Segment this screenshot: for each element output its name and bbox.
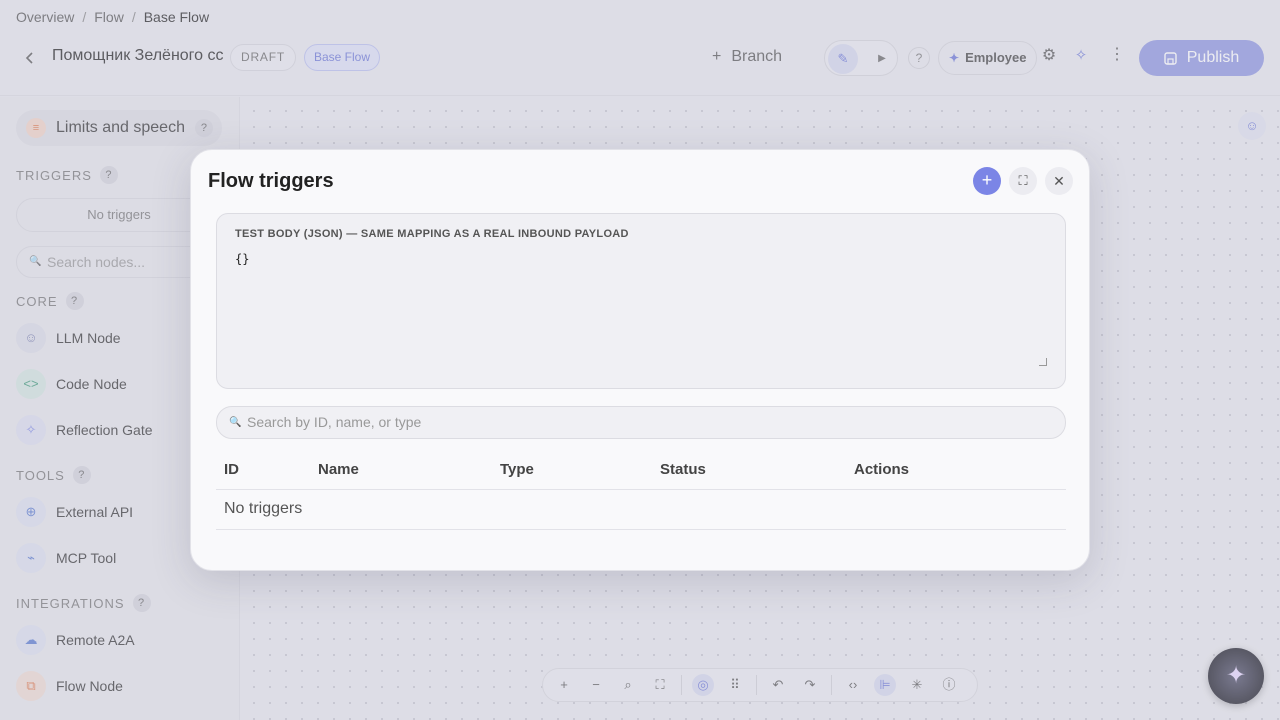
resize-handle[interactable] <box>1039 358 1047 366</box>
test-body-json-editor[interactable] <box>231 248 1049 368</box>
column-header-status: Status <box>660 461 706 478</box>
dialog-title: Flow triggers <box>208 170 334 192</box>
table-header: ID Name Type Status Actions <box>216 450 1066 490</box>
table-empty-state: No triggers <box>216 490 1066 530</box>
expand-dialog-button[interactable]: ⛶ <box>1009 167 1037 195</box>
column-header-actions: Actions <box>854 461 910 478</box>
trigger-search-input[interactable]: 🔍 Search by ID, name, or type <box>216 406 1066 439</box>
column-header-id: ID <box>224 461 239 478</box>
test-body-panel: TEST BODY (JSON) — SAME MAPPING AS A REA… <box>216 213 1066 389</box>
plus-icon: + <box>981 170 993 190</box>
test-body-label: TEST BODY (JSON) — SAME MAPPING AS A REA… <box>235 228 629 240</box>
triggers-table: ID Name Type Status Actions No triggers <box>216 450 1066 530</box>
close-dialog-button[interactable]: ✕ <box>1045 167 1073 195</box>
add-trigger-button[interactable]: + <box>973 167 1001 195</box>
trigger-search-placeholder: Search by ID, name, or type <box>247 414 422 430</box>
expand-icon: ⛶ <box>1018 173 1028 188</box>
search-icon: 🔍 <box>229 417 242 428</box>
column-header-type: Type <box>500 461 534 478</box>
column-header-name: Name <box>318 461 359 478</box>
close-icon: ✕ <box>1053 173 1065 189</box>
flow-triggers-dialog: Flow triggers + ⛶ ✕ TEST BODY (JSON) — S… <box>190 149 1090 571</box>
